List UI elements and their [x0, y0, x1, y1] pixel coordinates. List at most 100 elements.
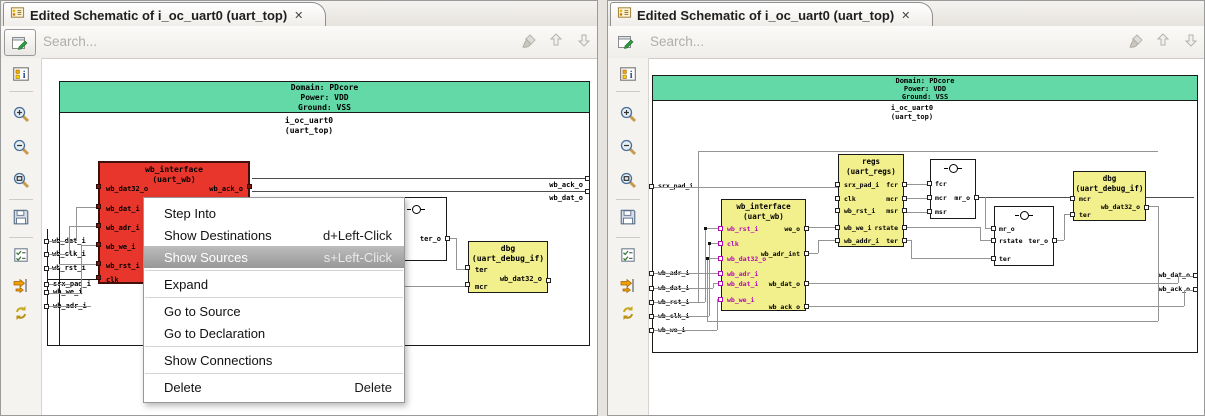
block-regs[interactable]: regs (uart_regs) srx_pad_i clk wb_rst_i …: [835, 154, 907, 247]
port-pin: [804, 281, 809, 286]
port-label[interactable]: wb_rst_i: [727, 225, 758, 233]
port-pin: [927, 181, 932, 186]
search-next-icon[interactable]: [576, 32, 596, 52]
gate-symbol-icon: [949, 164, 958, 173]
port-label[interactable]: msr: [935, 208, 947, 216]
port-label[interactable]: ter_o: [1028, 237, 1048, 245]
search-prev-icon[interactable]: [1155, 32, 1175, 52]
save-icon[interactable]: [619, 208, 637, 226]
port-label[interactable]: ter_o: [420, 235, 441, 243]
port-label[interactable]: wb_we_i: [106, 243, 136, 251]
clear-search-icon[interactable]: [520, 32, 540, 52]
menu-item-go-to-declaration[interactable]: Go to Declaration: [144, 322, 404, 344]
port-label[interactable]: srx_pad_i: [844, 181, 879, 189]
annotate-search-button[interactable]: [611, 29, 641, 54]
annotate-search-button[interactable]: [4, 29, 36, 56]
port-label[interactable]: wb_adr_int: [761, 250, 800, 258]
port-pin: [44, 304, 49, 309]
port-pin: [1070, 212, 1075, 217]
port-label[interactable]: clk: [106, 276, 119, 284]
menu-item-step-into[interactable]: Step Into: [144, 202, 404, 224]
search-input[interactable]: Search...: [43, 34, 97, 49]
boundary-port-label[interactable]: wb_dat_o: [521, 194, 583, 202]
symbol-block-1[interactable]: fcr mcr msr mr_o: [927, 159, 979, 219]
search-next-icon[interactable]: [1183, 32, 1203, 52]
boundary-port-label[interactable]: wb_we_i: [53, 288, 83, 296]
port-label[interactable]: mr_o: [954, 194, 970, 202]
tab-close-icon[interactable]: ✕: [294, 9, 303, 22]
port-label[interactable]: ter: [1079, 211, 1091, 219]
zoom-out-icon[interactable]: [619, 138, 637, 156]
reload-icon[interactable]: [619, 304, 637, 322]
zoom-in-icon[interactable]: [619, 105, 637, 123]
boundary-port-label[interactable]: wb_ack_o: [1128, 285, 1190, 293]
tab-close-icon[interactable]: ✕: [901, 9, 910, 22]
port-label[interactable]: wb_we_i: [844, 224, 871, 232]
boundary-port-label[interactable]: wb_ack_o: [521, 181, 583, 189]
port-label[interactable]: rstate: [875, 224, 898, 232]
port-label[interactable]: mcr: [935, 194, 947, 202]
port-label[interactable]: clk: [844, 195, 856, 203]
net-wire: [806, 306, 1184, 307]
net-wire: [69, 226, 70, 254]
port-follow-icon[interactable]: [619, 276, 637, 294]
port-label[interactable]: wb_dat32_o: [500, 275, 542, 283]
port-label[interactable]: wb_rst_i: [844, 207, 875, 215]
menu-item-expand[interactable]: Expand: [144, 273, 404, 295]
save-icon[interactable]: [12, 208, 30, 226]
port-label[interactable]: wb_addr_i: [844, 237, 879, 245]
port-label[interactable]: wb_adr_i: [106, 224, 140, 232]
boundary-port-label[interactable]: wb_dat_o: [1128, 271, 1190, 279]
clear-search-icon[interactable]: [1127, 32, 1147, 52]
boundary-port-label[interactable]: srx_pad_i: [658, 182, 693, 190]
search-input[interactable]: Search...: [650, 34, 704, 49]
menu-item-delete[interactable]: Delete Delete: [144, 376, 404, 398]
port-label[interactable]: fcr: [886, 181, 898, 189]
port-label[interactable]: wb_dat32_o: [1101, 203, 1140, 211]
port-label[interactable]: rstate: [999, 237, 1022, 245]
filter-options-icon[interactable]: [12, 246, 30, 264]
menu-item-go-to-source[interactable]: Go to Source: [144, 300, 404, 322]
port-label[interactable]: wb_dat_o: [769, 280, 800, 288]
port-label[interactable]: ter: [886, 237, 898, 245]
menu-item-show-connections[interactable]: Show Connections: [144, 349, 404, 371]
symbol-block-2[interactable]: mr_o rstate ter ter_o: [991, 206, 1057, 266]
port-label[interactable]: msr: [886, 207, 898, 215]
port-label[interactable]: mr_o: [999, 225, 1015, 233]
filter-options-icon[interactable]: [619, 246, 637, 264]
zoom-fit-icon[interactable]: [12, 171, 30, 189]
port-label[interactable]: ter: [475, 266, 488, 274]
net-wire: [1178, 276, 1179, 283]
tab-edited-schematic[interactable]: Edited Schematic of i_oc_uart0 (uart_top…: [610, 2, 934, 27]
port-label[interactable]: wb_we_i: [727, 296, 754, 304]
port-label[interactable]: mcr: [886, 195, 898, 203]
port-label[interactable]: fcr: [935, 180, 947, 188]
block-dbg[interactable]: dbg (uart_debug_if) ter mcr wb_dat32_o: [465, 241, 551, 293]
port-label[interactable]: mcr: [475, 283, 488, 291]
port-label[interactable]: we_o: [784, 225, 800, 233]
port-label[interactable]: wb_ack_o: [769, 303, 800, 311]
zoom-fit-icon[interactable]: [619, 171, 637, 189]
zoom-out-icon[interactable]: [12, 138, 30, 156]
search-prev-icon[interactable]: [548, 32, 568, 52]
port-label[interactable]: mcr: [1079, 195, 1091, 203]
reload-icon[interactable]: [12, 304, 30, 322]
net-wire: [47, 345, 59, 346]
port-label[interactable]: wb_dat32_o: [106, 185, 148, 193]
zoom-in-icon[interactable]: [12, 105, 30, 123]
port-label[interactable]: wb_adr_i: [727, 270, 758, 278]
menu-item-show-sources[interactable]: Show Sources s+Left-Click: [144, 246, 404, 268]
block-wb-interface[interactable]: wb_interface (uart_wb) wb_rst_i clk wb_d…: [718, 199, 809, 311]
port-label[interactable]: ter: [999, 255, 1011, 263]
port-label[interactable]: wb_ack_o: [209, 185, 243, 193]
port-label[interactable]: wb_rst_i: [106, 262, 140, 270]
port-label[interactable]: wb_dat_i: [106, 205, 140, 213]
menu-item-show-destinations[interactable]: Show Destinations d+Left-Click: [144, 224, 404, 246]
properties-icon[interactable]: i: [12, 65, 30, 83]
properties-icon[interactable]: i: [619, 65, 637, 83]
port-label[interactable]: clk: [727, 240, 739, 248]
block-dbg[interactable]: dbg (uart_debug_if) mcr ter wb_dat32_o: [1070, 171, 1149, 221]
port-label[interactable]: wb_dat_i: [727, 280, 758, 288]
port-follow-icon[interactable]: [12, 276, 30, 294]
tab-edited-schematic[interactable]: Edited Schematic of i_oc_uart0 (uart_top…: [3, 2, 327, 27]
